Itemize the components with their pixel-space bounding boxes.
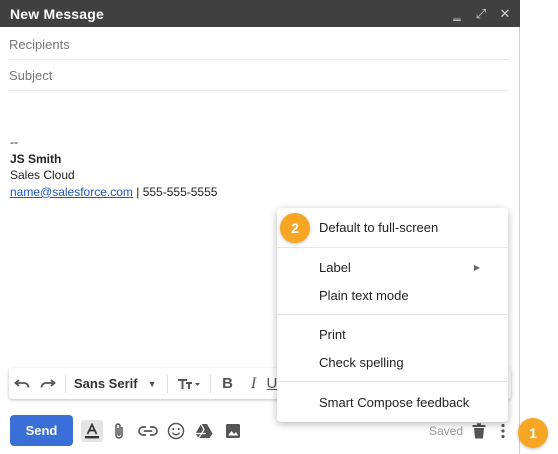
signature-contact-line: name@salesforce.com | 555-555-5555 [10, 184, 217, 201]
toolbar-divider [166, 374, 168, 393]
submenu-arrow-icon: ▶ [473, 263, 480, 272]
signature-separator: | [132, 184, 143, 199]
font-family-label: Sans Serif [74, 376, 138, 391]
trash-icon[interactable] [468, 420, 490, 442]
send-button[interactable]: Send [10, 415, 73, 446]
more-options-icon[interactable] [492, 420, 514, 442]
redo-icon[interactable] [35, 368, 61, 399]
subject-input[interactable] [9, 67, 509, 83]
recipients-input[interactable] [9, 36, 509, 52]
font-family-select[interactable]: Sans Serif ▼ [70, 376, 163, 391]
subject-row [9, 60, 509, 91]
drive-icon[interactable] [193, 420, 215, 442]
menu-item-smart-compose-feedback[interactable]: Smart Compose feedback [319, 395, 469, 410]
menu-divider [277, 247, 508, 248]
menu-item-default-full-screen[interactable]: Default to full-screen [319, 220, 438, 235]
toolbar-divider [65, 374, 66, 393]
menu-divider [277, 381, 508, 382]
font-size-icon[interactable] [172, 368, 206, 399]
italic-button[interactable]: I [241, 368, 267, 399]
menu-divider [277, 314, 508, 315]
emoji-icon[interactable] [165, 420, 187, 442]
minimize-icon[interactable]: ‗ [450, 6, 464, 21]
signature-company: Sales Cloud [10, 168, 75, 182]
recipients-row [9, 29, 509, 60]
chevron-down-icon: ▼ [147, 378, 157, 389]
bold-button[interactable]: B [215, 368, 241, 399]
signature-name: JS Smith [10, 151, 62, 166]
menu-item-plain-text-mode[interactable]: Plain text mode [319, 288, 409, 303]
signature-dashes: -- [10, 135, 18, 149]
attach-icon[interactable] [108, 420, 130, 442]
undo-icon[interactable] [9, 368, 35, 399]
expand-icon[interactable]: ⤢ [474, 6, 488, 22]
signature-email-link[interactable]: name@salesforce.com [10, 185, 133, 199]
step-badge-1: 1 [518, 418, 548, 448]
link-icon[interactable] [137, 420, 159, 442]
window-controls: ‗ ⤢ ✕ [450, 6, 512, 22]
email-signature[interactable]: -- JS Smith Sales Cloud name@salesforce.… [10, 134, 217, 200]
close-icon[interactable]: ✕ [498, 6, 512, 22]
step-badge-2: 2 [280, 213, 310, 243]
signature-phone: 555-555-5555 [142, 184, 218, 199]
menu-item-label[interactable]: Label [319, 260, 351, 275]
compose-titlebar[interactable]: New Message ‗ ⤢ ✕ [0, 0, 520, 27]
text-color-icon[interactable] [81, 420, 103, 442]
more-options-menu: Default to full-screen Label ▶ Plain tex… [277, 208, 508, 422]
saved-status: Saved [429, 424, 464, 438]
image-icon[interactable] [222, 420, 244, 442]
window-title: New Message [10, 5, 105, 22]
menu-item-check-spelling[interactable]: Check spelling [319, 355, 404, 370]
menu-item-print[interactable]: Print [319, 327, 346, 342]
toolbar-divider [209, 374, 211, 393]
